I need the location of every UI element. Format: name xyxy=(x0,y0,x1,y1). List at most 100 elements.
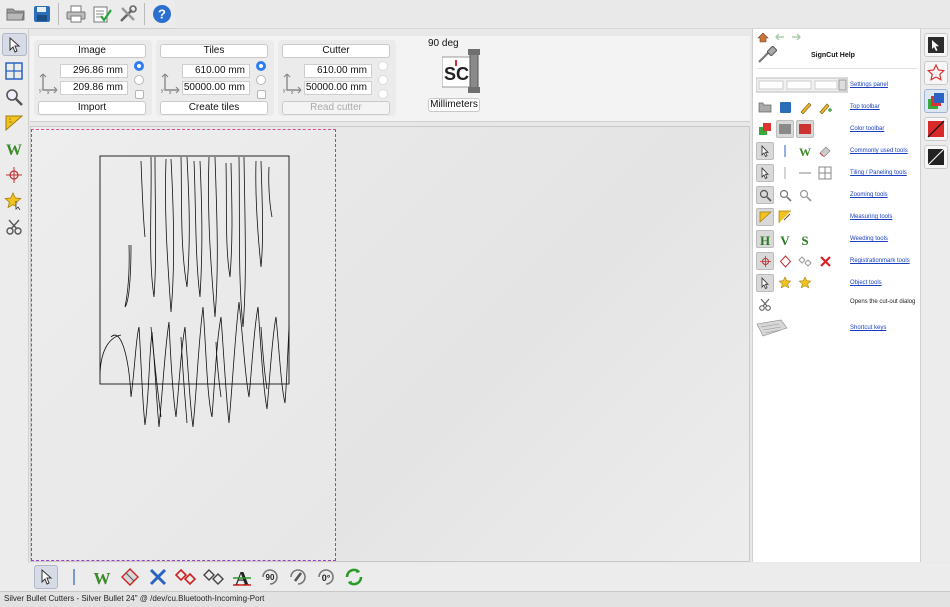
rotate-90-label: 90 xyxy=(266,573,275,582)
image-radio-alt[interactable] xyxy=(134,75,144,85)
tiles-radio[interactable] xyxy=(256,61,266,71)
svg-text:H: H xyxy=(760,233,770,246)
delete-x-icon[interactable] xyxy=(146,565,170,589)
cutter-width-field[interactable]: 610.00 mm xyxy=(304,64,372,78)
svg-text:V: V xyxy=(780,233,790,246)
text-a-icon[interactable]: A xyxy=(230,565,254,589)
help-link-common-tools[interactable]: Commonly used tools xyxy=(850,147,908,155)
save-disk-icon xyxy=(776,98,794,116)
right-toolbar xyxy=(920,29,950,562)
cut-scissors-icon xyxy=(756,296,774,314)
pointer-icon xyxy=(756,274,774,292)
signcut-orientation-icon[interactable]: SC xyxy=(442,49,484,95)
rotate-90-icon[interactable]: 90 xyxy=(258,565,282,589)
pointer-icon[interactable] xyxy=(1,33,27,56)
black-line-color-icon[interactable] xyxy=(923,145,948,169)
weed-w-icon[interactable]: W xyxy=(90,565,114,589)
help-link-measure-tools[interactable]: Measuring tools xyxy=(850,213,892,221)
cut-checklist-icon[interactable] xyxy=(90,3,113,26)
refresh-icon[interactable] xyxy=(342,565,366,589)
home-icon[interactable] xyxy=(757,32,769,43)
help-link-shortcut-keys[interactable]: Shortcut keys xyxy=(850,324,886,332)
help-row-regmark-tools: Registrationmark tools xyxy=(753,251,921,271)
forward-arrow-icon[interactable] xyxy=(791,33,801,41)
svg-text:?: ? xyxy=(158,7,166,22)
back-arrow-icon[interactable] xyxy=(775,33,785,41)
eraser-icon xyxy=(816,142,834,160)
cutter-button[interactable]: Cutter xyxy=(282,44,390,58)
cutter-knife-icon xyxy=(758,46,777,63)
keyboard-icon xyxy=(756,319,788,337)
divider-icon xyxy=(776,164,794,182)
help-row-zoom-tools: Zooming tools xyxy=(753,185,921,205)
mark-pair-icon xyxy=(796,252,814,270)
color-layers-icon[interactable] xyxy=(923,89,948,113)
registration-mark-icon[interactable] xyxy=(2,163,27,186)
imported-design[interactable] xyxy=(31,127,751,563)
help-question-icon[interactable]: ? xyxy=(150,3,173,26)
help-link-object-tools[interactable]: Object tools xyxy=(850,279,882,287)
measure-ruler-icon[interactable] xyxy=(2,111,27,134)
import-button[interactable]: Import xyxy=(38,101,146,115)
read-cutter-button[interactable]: Read cutter xyxy=(282,101,390,115)
print-icon[interactable] xyxy=(64,3,87,26)
help-link-tiling-tools[interactable]: Tiling / Paneling tools xyxy=(850,169,907,177)
tools-icon[interactable] xyxy=(116,3,139,26)
help-link-zoom-tools[interactable]: Zooming tools xyxy=(850,191,888,199)
weed-h-icon: H xyxy=(756,230,774,248)
zoom-out-icon xyxy=(776,186,794,204)
bottom-toolbar-right-gap xyxy=(750,563,950,591)
tiles-width-field[interactable]: 610.00 mm xyxy=(182,64,250,78)
svg-text:y: y xyxy=(39,88,42,94)
left-toolbar: W xyxy=(0,29,29,591)
open-folder-icon[interactable] xyxy=(4,3,27,26)
weed-border-icon[interactable] xyxy=(118,565,142,589)
tiles-button[interactable]: Tiles xyxy=(160,44,268,58)
cutter-radio[interactable] xyxy=(378,61,388,71)
select-tool-icon[interactable] xyxy=(923,33,948,57)
mirror-icon[interactable] xyxy=(286,565,310,589)
rotate-0-icon[interactable]: 0° xyxy=(314,565,338,589)
design-canvas[interactable] xyxy=(30,126,750,562)
image-lock-checkbox[interactable] xyxy=(135,90,144,99)
star-outline-icon[interactable] xyxy=(923,61,948,85)
image-button[interactable]: Image xyxy=(38,44,146,58)
weed-w-icon[interactable]: W xyxy=(2,137,27,160)
color-swatches-icon xyxy=(756,120,774,138)
reg-mark-red-icon[interactable] xyxy=(174,565,198,589)
reg-mark-outline-icon[interactable] xyxy=(202,565,226,589)
object-star-select-icon xyxy=(796,274,814,292)
image-width-field[interactable]: 296.86 mm xyxy=(60,64,128,78)
help-link-top-toolbar[interactable]: Top toolbar xyxy=(850,103,880,111)
red-line-color-icon[interactable] xyxy=(923,117,948,141)
cutter-radio-third[interactable] xyxy=(378,89,388,99)
tiles-lock-checkbox[interactable] xyxy=(257,90,266,99)
help-divider xyxy=(757,68,917,69)
open-folder-icon xyxy=(756,98,774,116)
image-radio[interactable] xyxy=(134,61,144,71)
tiles-group: Tiles yx 610.00 mm 50000.00 mm Create ti… xyxy=(156,40,274,116)
help-link-weed-tools[interactable]: Weeding tools xyxy=(850,235,888,243)
zoom-icon[interactable] xyxy=(2,85,27,108)
object-star-icon[interactable] xyxy=(2,189,27,212)
help-link-settings-panel[interactable]: Settings panel xyxy=(850,81,888,89)
red-color-icon xyxy=(796,120,814,138)
tiles-height-field[interactable]: 50000.00 mm xyxy=(182,81,250,95)
cutter-height-field[interactable]: 50000.00 mm xyxy=(304,81,372,95)
measure-angle-icon xyxy=(776,208,794,226)
cut-scissors-icon[interactable] xyxy=(2,215,27,238)
help-link-regmark-tools[interactable]: Registrationmark tools xyxy=(850,257,910,265)
tiling-grid-icon[interactable] xyxy=(2,59,27,82)
tiles-radio-alt[interactable] xyxy=(256,75,266,85)
help-link-color-toolbar[interactable]: Color toolbar xyxy=(850,125,884,133)
save-disk-icon[interactable] xyxy=(30,3,53,26)
cutter-radio-alt[interactable] xyxy=(378,75,388,85)
orientation-block: 90 deg SC Millimeters xyxy=(426,38,484,112)
help-nav xyxy=(757,31,801,43)
create-tiles-button[interactable]: Create tiles xyxy=(160,101,268,115)
pointer-icon[interactable] xyxy=(34,565,58,589)
toolbar-divider xyxy=(62,565,86,589)
units-button[interactable]: Millimeters xyxy=(428,98,480,112)
image-height-field[interactable]: 209.86 mm xyxy=(60,81,128,95)
help-text-cutout-dialog: Opens the cut-out dialog xyxy=(850,299,916,305)
